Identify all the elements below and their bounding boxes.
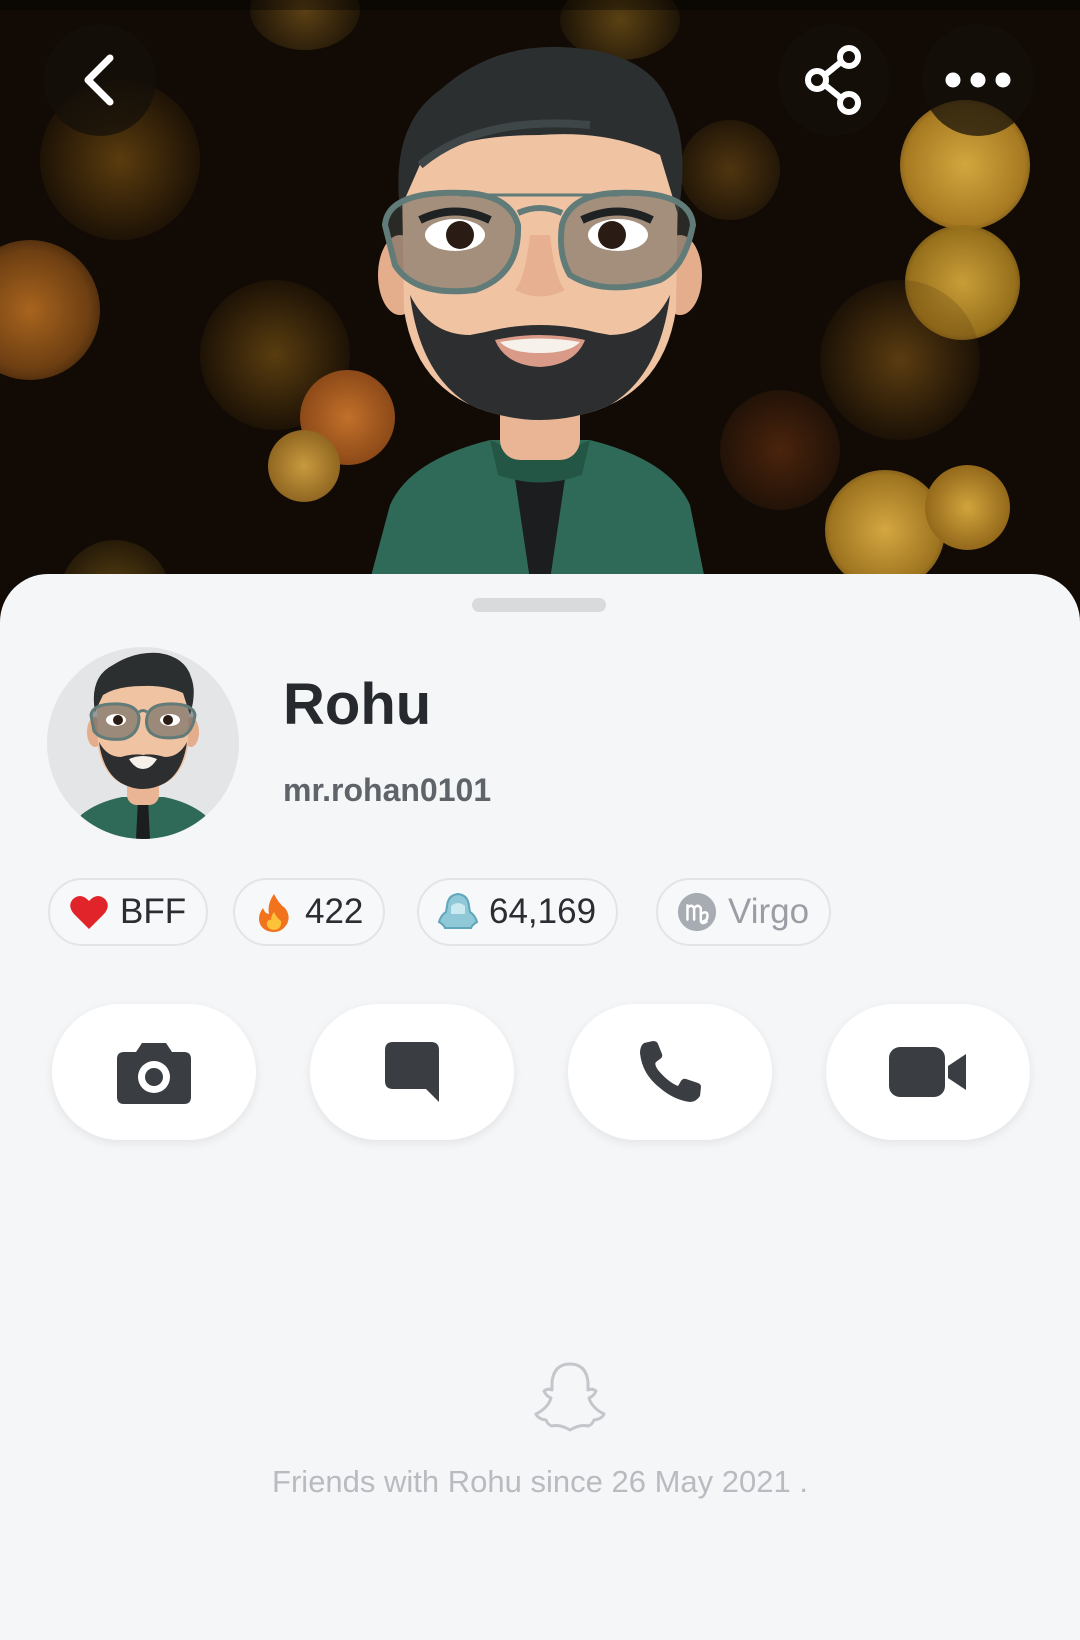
bokeh-light <box>825 470 945 590</box>
bff-badge-label: BFF <box>120 892 187 931</box>
red-heart-icon <box>68 891 110 933</box>
profile-sheet: Rohu mr.rohan0101 BFF 422 64,169 Virgo F… <box>0 574 1080 1640</box>
chevron-left-icon <box>84 54 114 106</box>
more-dots-icon <box>945 72 1011 88</box>
chat-button[interactable] <box>310 1004 514 1140</box>
profile-username: mr.rohan0101 <box>283 772 492 808</box>
bokeh-light <box>720 390 840 510</box>
profile-hero <box>0 0 1080 640</box>
streak-badge[interactable]: 422 <box>233 878 386 946</box>
bokeh-light <box>0 240 100 380</box>
bitmoji-avatar <box>370 46 705 580</box>
bff-badge[interactable]: BFF <box>48 878 209 946</box>
bokeh-light <box>820 280 980 440</box>
fire-icon <box>253 891 295 933</box>
streak-badge-label: 422 <box>305 892 364 931</box>
zodiac-badge[interactable]: Virgo <box>656 878 832 946</box>
zodiac-badge-label: Virgo <box>728 892 810 931</box>
bokeh-light <box>925 465 1010 550</box>
camera-icon <box>117 1043 191 1104</box>
phone-icon <box>640 1041 701 1102</box>
profile-avatar[interactable] <box>47 647 239 839</box>
chat-icon <box>385 1042 439 1102</box>
camera-button[interactable] <box>52 1004 256 1140</box>
more-options-button[interactable] <box>922 24 1034 136</box>
back-button[interactable] <box>44 24 156 136</box>
video-call-icon <box>889 1047 966 1097</box>
video-call-button[interactable] <box>826 1004 1030 1140</box>
snap-score-badge-label: 64,169 <box>489 892 597 931</box>
bokeh-light <box>268 430 340 502</box>
virgo-zodiac-icon <box>676 891 718 933</box>
profile-display-name: Rohu <box>283 672 432 737</box>
share-icon <box>805 45 861 115</box>
voice-call-button[interactable] <box>568 1004 772 1140</box>
snap-score-icon <box>437 891 479 933</box>
sheet-grabber[interactable] <box>472 598 606 612</box>
bokeh-light <box>250 0 360 50</box>
share-button[interactable] <box>778 24 890 136</box>
friendship-since-text: Friends with Rohu since 26 May 2021 . <box>272 1464 808 1499</box>
snapchat-ghost-icon <box>534 1362 606 1432</box>
bitmoji-avatar-small <box>72 652 214 839</box>
snap-score-badge[interactable]: 64,169 <box>417 878 619 946</box>
